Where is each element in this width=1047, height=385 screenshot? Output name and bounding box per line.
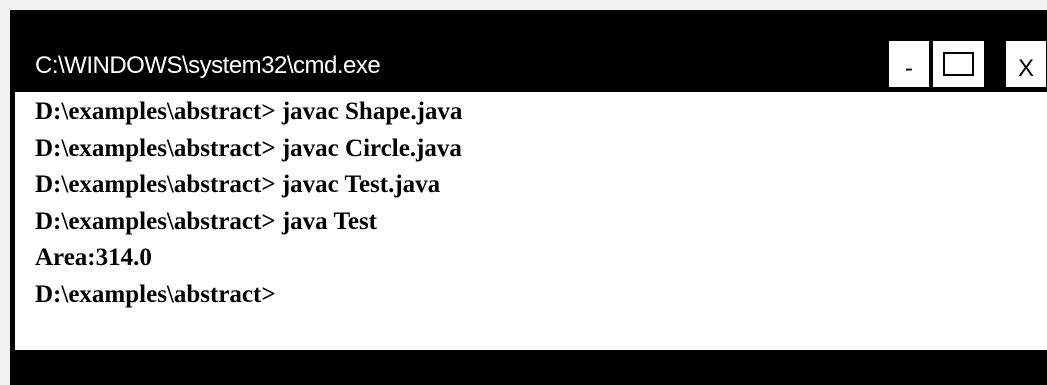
console-line: D:\examples\abstract> javac Shape.java: [35, 98, 463, 125]
console-line: Area:314.0: [35, 244, 152, 271]
cmd-window: C:\WINDOWS\system32\cmd.exe - X D:\examp…: [10, 10, 1047, 385]
title-bar[interactable]: C:\WINDOWS\system32\cmd.exe - X: [10, 10, 1047, 92]
console-line: D:\examples\abstract> javac Test.java: [35, 171, 441, 198]
minimize-button[interactable]: -: [888, 40, 930, 88]
console-prompt: D:\examples\abstract>: [35, 280, 276, 308]
window-title: C:\WINDOWS\system32\cmd.exe: [35, 52, 381, 79]
maximize-button[interactable]: [932, 40, 985, 88]
console-line: D:\examples\abstract> javac Circle.java: [35, 134, 462, 162]
minimize-icon: -: [905, 55, 913, 82]
maximize-icon: [943, 52, 974, 76]
close-icon: X: [1017, 55, 1034, 82]
console-lines: D:\examples\abstract> javac Shape.java D…: [35, 94, 462, 313]
close-button[interactable]: X: [1005, 40, 1047, 88]
console-line: D:\examples\abstract> java Test: [35, 207, 377, 235]
console-output[interactable]: D:\examples\abstract> javac Shape.java D…: [15, 92, 1047, 350]
